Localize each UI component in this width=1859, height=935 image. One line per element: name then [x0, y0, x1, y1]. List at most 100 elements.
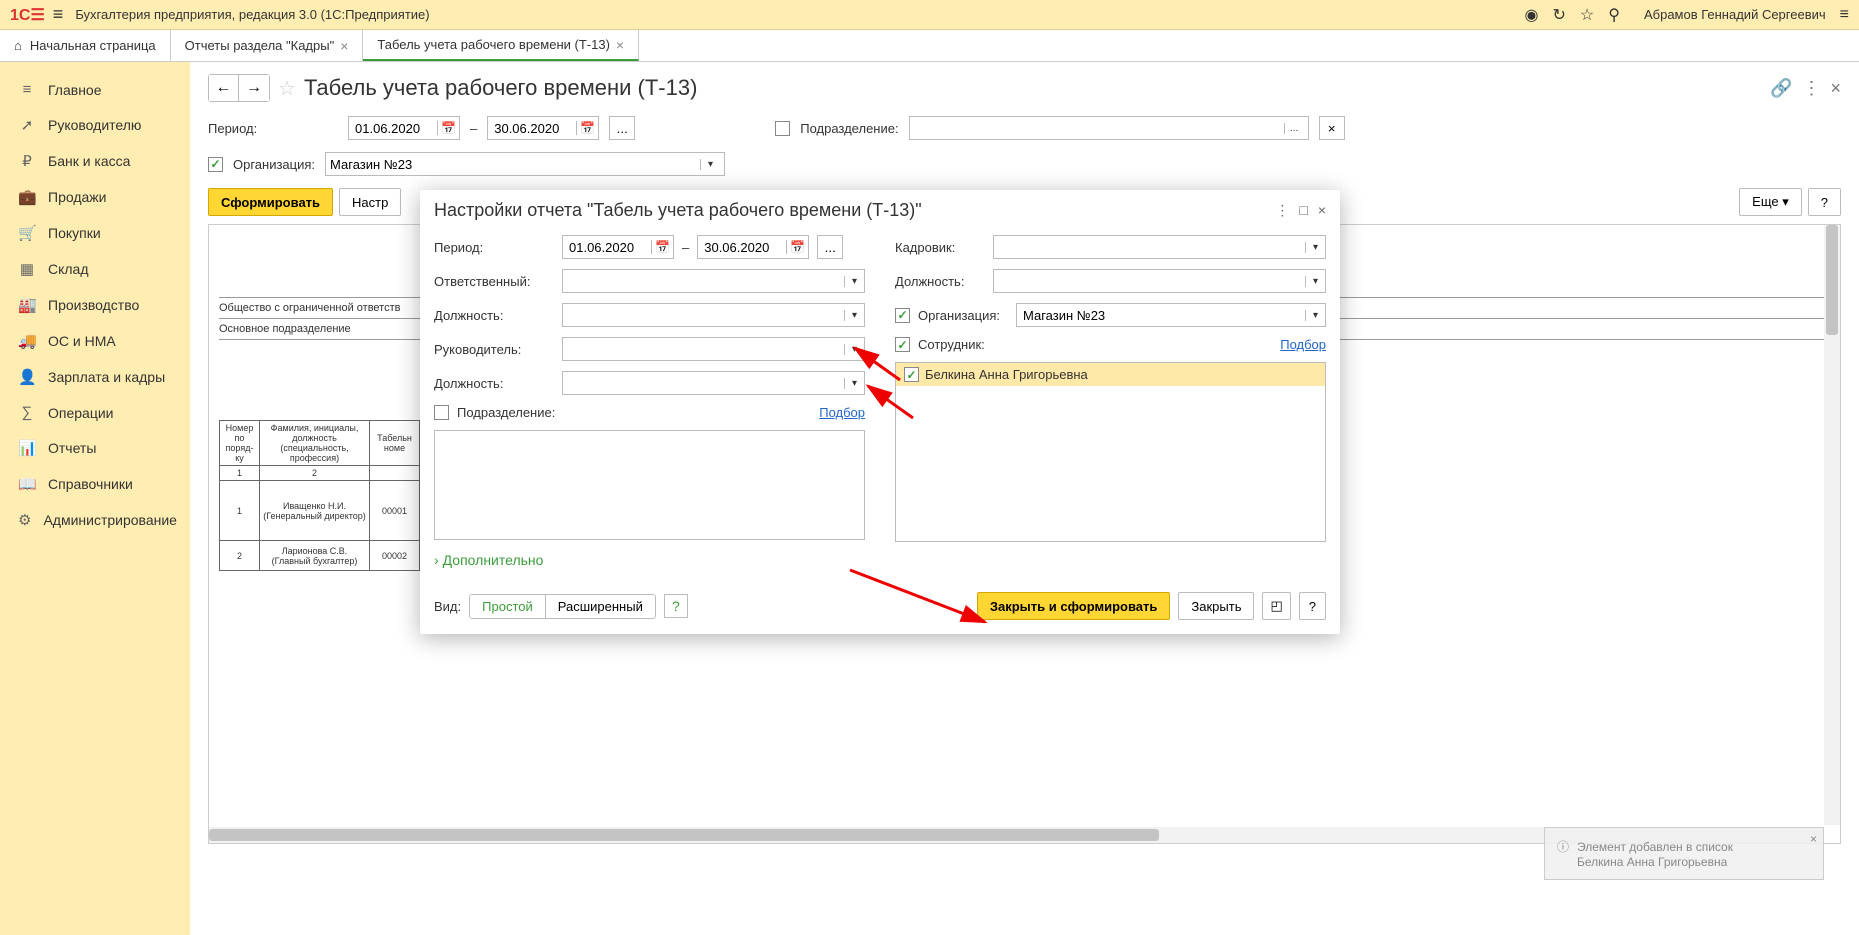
history-icon[interactable]: ↻ [1553, 5, 1566, 25]
dlg-period-button[interactable]: ... [817, 235, 843, 259]
sidebar-item-warehouse[interactable]: ▦Склад [0, 251, 190, 287]
dropdown-icon[interactable]: ▾ [1305, 310, 1325, 321]
dept-pick-link[interactable]: Подбор [819, 405, 865, 420]
dlg-hrpos-input[interactable]: ▾ [993, 269, 1326, 293]
dropdown-icon[interactable]: ▾ [1305, 276, 1325, 287]
sidebar-item-production[interactable]: 🏭Производство [0, 287, 190, 323]
favorite-icon[interactable]: ☆ [278, 76, 296, 101]
close-icon[interactable]: × [616, 37, 624, 53]
date-to-input[interactable]: 📅 [487, 116, 599, 140]
more-icon[interactable]: ⋮ [1275, 202, 1289, 219]
dlg-mgr-input[interactable]: ▾ [562, 337, 865, 361]
sidebar-item-salary[interactable]: 👤Зарплата и кадры [0, 359, 190, 395]
sidebar-item-purchases[interactable]: 🛒Покупки [0, 215, 190, 251]
emp-pick-link[interactable]: Подбор [1280, 337, 1326, 352]
dlg-emp-checkbox[interactable] [895, 337, 910, 352]
dlg-help-button[interactable]: ? [1299, 592, 1326, 620]
search-icon[interactable]: ⚲ [1608, 5, 1620, 25]
date-to-field[interactable] [488, 121, 576, 136]
org-checkbox[interactable] [208, 157, 223, 172]
app-title: Бухгалтерия предприятия, редакция 3.0 (1… [75, 7, 1524, 22]
sidebar-item-reports[interactable]: 📊Отчеты [0, 430, 190, 466]
dept-listbox[interactable] [434, 430, 865, 540]
dlg-date-from[interactable]: 📅 [562, 235, 674, 259]
view-simple-button[interactable]: Простой [470, 595, 546, 618]
settings-dialog: Настройки отчета "Табель учета рабочего … [420, 190, 1340, 634]
sidebar-item-sales[interactable]: 💼Продажи [0, 179, 190, 215]
dlg-org-input[interactable]: ▾ [1016, 303, 1326, 327]
close-button[interactable]: Закрыть [1178, 592, 1254, 620]
sidebar-item-admin[interactable]: ⚙Администрирование [0, 502, 190, 538]
list-item[interactable]: Белкина Анна Григорьевна [896, 363, 1325, 386]
view-help-button[interactable]: ? [664, 594, 688, 618]
sidebar-item-catalogs[interactable]: 📖Справочники [0, 466, 190, 502]
dept-field[interactable] [914, 121, 1284, 136]
close-icon[interactable]: × [340, 38, 348, 54]
dropdown-icon[interactable]: ▾ [844, 310, 864, 321]
person-icon: 👤 [18, 368, 36, 386]
dropdown-icon[interactable]: ▾ [844, 276, 864, 287]
tab-timesheet[interactable]: Табель учета рабочего времени (Т-13) × [363, 30, 639, 61]
period-picker-button[interactable]: ... [609, 116, 635, 140]
help-button[interactable]: ? [1808, 188, 1841, 216]
calendar-icon[interactable]: 📅 [651, 240, 673, 254]
dept-input[interactable]: ... [909, 116, 1309, 140]
more-icon[interactable]: ⋮ [1802, 78, 1820, 99]
org-input[interactable]: ▾ [325, 152, 725, 176]
nav-forward-button[interactable]: → [239, 75, 269, 101]
emp-item-checkbox[interactable] [904, 367, 919, 382]
nav-back-button[interactable]: ← [209, 75, 239, 101]
calendar-icon[interactable]: 📅 [437, 121, 459, 135]
dlg-date-to[interactable]: 📅 [697, 235, 809, 259]
dlg-resp-input[interactable]: ▾ [562, 269, 865, 293]
bag-icon: 💼 [18, 188, 36, 206]
user-name[interactable]: Абрамов Геннадий Сергеевич [1644, 7, 1826, 22]
dropdown-icon[interactable]: ... [1284, 123, 1304, 134]
dlg-org-checkbox[interactable] [895, 308, 910, 323]
dlg-hr-input[interactable]: ▾ [993, 235, 1326, 259]
settings-button[interactable]: Настр [339, 188, 401, 216]
link-icon[interactable]: 🔗 [1770, 78, 1792, 99]
generate-button[interactable]: Сформировать [208, 188, 333, 216]
notification-toast: × ⓘ Элемент добавлен в список Белкина Ан… [1544, 827, 1824, 880]
close-icon[interactable]: × [1810, 832, 1817, 846]
dropdown-icon[interactable]: ▾ [700, 159, 720, 170]
user-menu-icon[interactable]: ≡ [1840, 6, 1849, 24]
view-advanced-button[interactable]: Расширенный [546, 595, 655, 618]
tab-home[interactable]: ⌂ Начальная страница [0, 30, 171, 61]
sidebar-item-bank[interactable]: ₽Банк и касса [0, 143, 190, 179]
dlg-dept-checkbox[interactable] [434, 405, 449, 420]
advanced-toggle[interactable]: › Дополнительно [434, 552, 1326, 568]
emp-listbox[interactable]: Белкина Анна Григорьевна [895, 362, 1326, 542]
dept-checkbox[interactable] [775, 121, 790, 136]
close-and-generate-button[interactable]: Закрыть и сформировать [977, 592, 1171, 620]
close-page-icon[interactable]: × [1830, 78, 1841, 99]
dept-clear-button[interactable]: × [1319, 116, 1345, 140]
dlg-pos2-input[interactable]: ▾ [562, 371, 865, 395]
close-icon[interactable]: × [1318, 202, 1326, 219]
calendar-icon[interactable]: 📅 [576, 121, 598, 135]
dialog-right-column: Кадровик: ▾ Должность: ▾ Организация: ▾ … [895, 235, 1326, 542]
star-icon[interactable]: ☆ [1580, 5, 1594, 25]
sidebar-item-operations[interactable]: ∑Операции [0, 395, 190, 430]
vertical-scrollbar[interactable] [1824, 225, 1840, 825]
more-button[interactable]: Еще ▾ [1739, 188, 1802, 216]
maximize-icon[interactable]: □ [1299, 202, 1307, 219]
dropdown-icon[interactable]: ▾ [1305, 242, 1325, 253]
date-from-input[interactable]: 📅 [348, 116, 460, 140]
org-field[interactable] [330, 157, 700, 172]
col-name: Фамилия, инициалы, должность (специально… [260, 421, 370, 466]
menu-icon[interactable]: ≡ [53, 4, 64, 25]
sidebar-item-main[interactable]: ≡Главное [0, 72, 190, 107]
tab-reports[interactable]: Отчеты раздела "Кадры" × [171, 30, 364, 61]
tab-timesheet-label: Табель учета рабочего времени (Т-13) [377, 37, 610, 52]
dlg-pos-input[interactable]: ▾ [562, 303, 865, 327]
dropdown-icon[interactable]: ▾ [844, 378, 864, 389]
calendar-icon[interactable]: 📅 [786, 240, 808, 254]
bell-icon[interactable]: ◉ [1525, 5, 1539, 25]
filter-button[interactable]: ◰ [1262, 592, 1290, 620]
date-from-field[interactable] [349, 121, 437, 136]
dropdown-icon[interactable]: ▾ [844, 344, 864, 355]
sidebar-item-manager[interactable]: ➚Руководителю [0, 107, 190, 143]
sidebar-item-assets[interactable]: 🚚ОС и НМА [0, 323, 190, 359]
